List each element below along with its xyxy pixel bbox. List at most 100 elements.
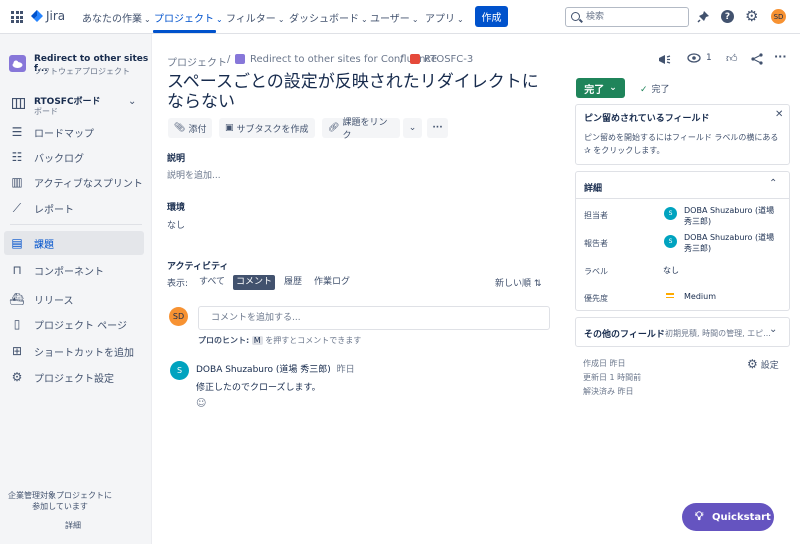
description-label: 説明 xyxy=(167,154,186,164)
comment-input[interactable]: コメントを追加する... xyxy=(198,306,550,330)
nav-dashboards[interactable]: ダッシュボード ⌄ xyxy=(289,10,368,25)
sidebar-divider xyxy=(10,224,142,225)
issue-title[interactable]: スペースごとの設定が反映されたリダイレクトにならない xyxy=(167,72,547,112)
sort-order-button[interactable]: 新しい順 ⇅ xyxy=(495,276,542,289)
nav-projects[interactable]: プロジェクト ⌄ xyxy=(154,10,223,25)
board-selector[interactable]: RTOSFCボード ボード ⌄ xyxy=(10,94,140,120)
other-fields-hint: 初期見積, 時間の管理, エピ... xyxy=(665,329,771,338)
settings-gear-icon[interactable]: ⚙ xyxy=(745,7,758,25)
pages-icon: ▯ xyxy=(13,317,21,331)
filter-history[interactable]: 履歴 xyxy=(281,275,305,290)
quickstart-button[interactable]: 💡︎ Quickstart xyxy=(682,503,774,531)
sidebar-item-roadmap[interactable]: ☰ ロードマップ xyxy=(4,120,144,144)
environment-value[interactable]: なし xyxy=(167,218,185,231)
chevron-down-icon: ⌄ xyxy=(457,15,464,24)
more-icon: ··· xyxy=(432,123,443,133)
assignee-value[interactable]: DOBA Shuzaburo (道場 秀三郎) xyxy=(684,205,782,227)
attach-button[interactable]: 📎︎ 添付 xyxy=(168,118,213,138)
other-fields-title: その他のフィールド xyxy=(584,330,665,340)
user-avatar[interactable]: SD xyxy=(771,9,786,24)
sidebar-item-project-settings[interactable]: ⚙ プロジェクト設定 xyxy=(4,365,144,389)
chevron-down-icon: ⌄ xyxy=(216,15,223,24)
search-input[interactable]: 検索 xyxy=(565,7,689,27)
priority-value[interactable]: Medium xyxy=(684,292,716,301)
sort-icon: ⇅ xyxy=(534,279,542,289)
create-button[interactable]: 作成 xyxy=(475,6,508,27)
pro-tip: プロのヒント: M を押すとコメントできます xyxy=(198,336,362,345)
status-button[interactable]: 完了 ⌄ xyxy=(576,78,625,98)
link-issue-dropdown[interactable]: ⌄ xyxy=(403,118,422,138)
help-icon[interactable]: ? xyxy=(721,10,734,23)
chevron-up-icon: ⌃ xyxy=(769,178,778,189)
link-issue-button[interactable]: 🔗︎ 課題をリンク xyxy=(322,118,400,141)
nav-filters[interactable]: フィルター ⌄ xyxy=(226,10,285,25)
other-fields-panel[interactable]: その他のフィールド 初期見積, 時間の管理, エピ... ⌄ xyxy=(575,317,790,347)
chevron-down-icon: ⌄ xyxy=(128,96,137,107)
app-switcher-icon[interactable] xyxy=(11,11,23,23)
nav-your-work[interactable]: あなたの作業 ⌄ xyxy=(82,10,151,25)
releases-icon: ⛴ xyxy=(9,292,25,306)
filter-worklog[interactable]: 作業ログ xyxy=(311,275,353,290)
breadcrumb-issue-key[interactable]: RTOSFC-3 xyxy=(424,54,473,65)
watch-button[interactable]: 1 xyxy=(687,53,712,63)
jira-logo-text: Jira xyxy=(46,9,66,23)
assignee-label: 担当者 xyxy=(584,211,608,220)
search-icon xyxy=(571,12,580,21)
lightbulb-icon: 💡︎ xyxy=(695,509,704,523)
feedback-megaphone-icon[interactable] xyxy=(658,54,671,65)
sidebar-item-releases[interactable]: ⛴ リリース xyxy=(4,287,144,311)
labels-label: ラベル xyxy=(584,267,608,276)
add-reaction-icon[interactable]: ☺ xyxy=(196,398,206,409)
notifications-icon[interactable] xyxy=(697,10,710,23)
board-sub: ボード xyxy=(34,107,58,116)
chevron-down-icon: ⌄ xyxy=(277,15,285,24)
chevron-down-icon: ⌄ xyxy=(408,123,417,133)
eye-icon xyxy=(687,53,701,63)
sidebar-item-add-shortcut[interactable]: ⊞ ショートカットを追加 xyxy=(4,339,144,363)
filter-comments[interactable]: コメント xyxy=(233,275,276,290)
commenter-avatar[interactable]: S xyxy=(170,361,189,380)
backlog-icon: ☷ xyxy=(11,150,23,164)
more-toolbar-button[interactable]: ··· xyxy=(427,118,448,138)
subtask-icon: ▣ xyxy=(225,123,234,133)
configure-button[interactable]: ⚙ 設定 xyxy=(747,357,779,371)
close-icon[interactable]: ✕ xyxy=(775,109,783,120)
comment-author[interactable]: DOBA Shuzaburo (道場 秀三郎) xyxy=(196,365,331,375)
filter-all[interactable]: すべて xyxy=(196,275,228,290)
nav-people[interactable]: ユーザー ⌄ xyxy=(370,10,419,25)
sidebar-item-backlog[interactable]: ☷ バックログ xyxy=(4,145,144,169)
nav-active-indicator xyxy=(153,30,216,33)
sidebar-item-active-sprint[interactable]: ▥ アクティブなスプリント xyxy=(4,170,144,194)
sidebar-item-issues[interactable]: ▤ 課題 xyxy=(4,231,144,255)
managed-project-details-link[interactable]: 詳細 xyxy=(65,520,81,531)
comment-body: 修正したのでクローズします。 xyxy=(196,383,321,393)
description-field[interactable]: 説明を追加... xyxy=(167,168,221,181)
more-actions-icon[interactable]: ··· xyxy=(774,50,787,63)
breadcrumb-projects[interactable]: プロジェクト xyxy=(167,54,227,69)
breadcrumb-project[interactable]: Redirect to other sites for Confluence xyxy=(250,54,437,65)
environment-label: 環境 xyxy=(167,203,186,213)
details-title: 詳細 xyxy=(584,184,603,194)
like-icon[interactable]: 👍︎ xyxy=(726,52,738,65)
top-navigation: Jira あなたの作業 ⌄ プロジェクト ⌄ フィルター ⌄ ダッシュボード ⌄ ユーザ… xyxy=(0,0,800,34)
issues-icon: ▤ xyxy=(11,236,23,250)
jira-logo[interactable]: Jira xyxy=(31,9,65,23)
nav-apps[interactable]: アプリ ⌄ xyxy=(425,10,464,25)
sidebar-item-project-pages[interactable]: ▯ プロジェクト ページ xyxy=(4,312,144,336)
cloud-icon xyxy=(12,60,23,68)
share-icon[interactable] xyxy=(751,53,763,65)
labels-value[interactable]: なし xyxy=(663,265,679,276)
chevron-down-icon: ⌄ xyxy=(769,324,778,335)
details-header[interactable]: 詳細 ⌃ xyxy=(576,172,789,199)
link-icon: 🔗︎ xyxy=(328,123,340,133)
sidebar-item-reports[interactable]: ⟋ レポート xyxy=(4,196,144,220)
add-shortcut-icon: ⊞ xyxy=(11,344,23,358)
current-user-avatar: SD xyxy=(169,307,188,326)
resolution: ✓ 完了 xyxy=(640,85,670,95)
project-avatar xyxy=(9,55,26,72)
sidebar-item-components[interactable]: ⊓ コンポーネント xyxy=(4,258,144,282)
settings-icon: ⚙ xyxy=(11,370,23,384)
create-subtask-button[interactable]: ▣ サブタスクを作成 xyxy=(219,118,315,138)
reporter-value[interactable]: DOBA Shuzaburo (道場 秀三郎) xyxy=(684,232,782,254)
roadmap-icon: ☰ xyxy=(11,125,23,139)
